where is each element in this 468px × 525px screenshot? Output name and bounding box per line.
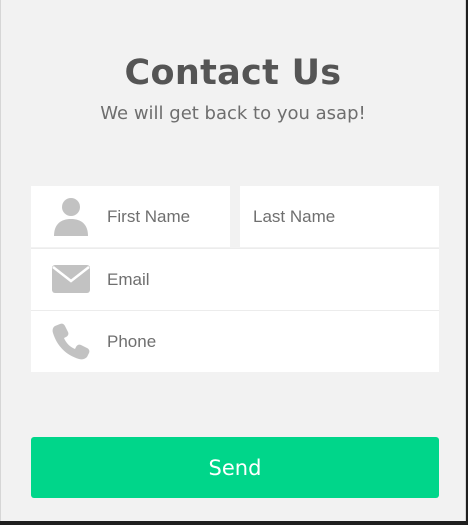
phone-row: [31, 310, 439, 372]
phone-icon: [51, 321, 91, 361]
page-subtitle: We will get back to you asap!: [100, 103, 366, 124]
last-name-input[interactable]: [253, 186, 429, 247]
email-input[interactable]: [107, 249, 429, 310]
contact-card: Contact Us We will get back to you asap!: [0, 0, 466, 521]
page-title: Contact Us: [124, 53, 342, 93]
phone-input[interactable]: [107, 311, 429, 372]
email-row: [31, 248, 439, 310]
last-name-row: [240, 186, 439, 247]
first-name-row: [31, 186, 230, 247]
first-name-input[interactable]: [107, 186, 220, 247]
user-icon: [51, 197, 91, 237]
send-button[interactable]: Send: [31, 437, 439, 498]
envelope-icon: [51, 259, 91, 299]
